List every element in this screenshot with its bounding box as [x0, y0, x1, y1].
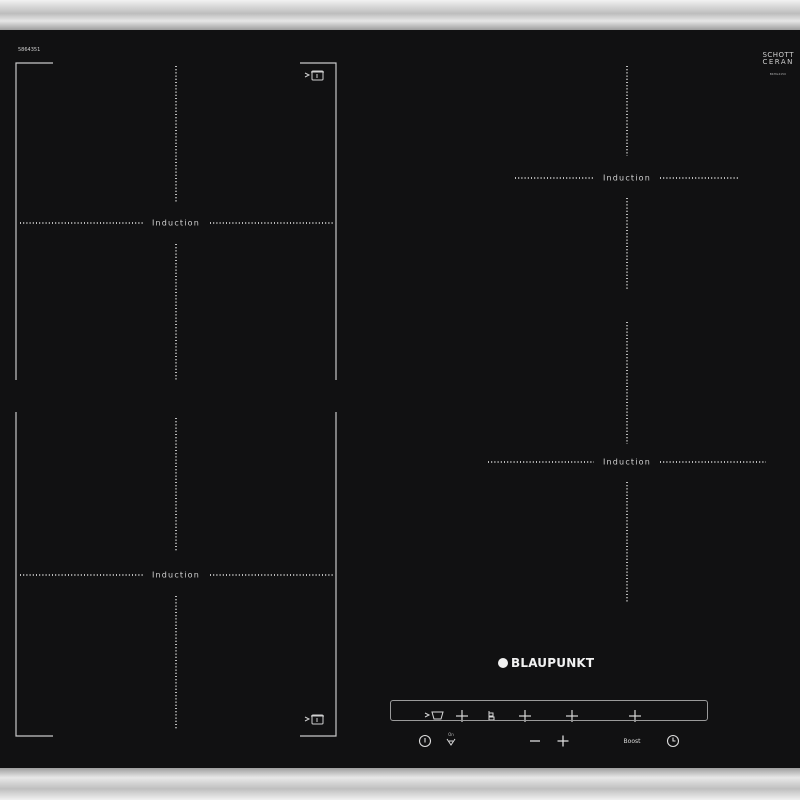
schott-ceran-logo: SCHOTT CERAN	[762, 52, 794, 66]
brand-logo: BLAUPUNKT	[498, 656, 594, 670]
stainless-frame-top	[0, 0, 800, 30]
zone-markings	[15, 62, 766, 737]
boost-button[interactable]: Boost	[620, 735, 644, 747]
schott-code: BKHG4150	[769, 72, 786, 76]
plus-button[interactable]	[556, 734, 570, 748]
schott-line2: CERAN	[762, 58, 794, 66]
flex-zone-pot-icon	[303, 712, 327, 726]
stainless-frame-bottom	[0, 768, 800, 800]
zone-label-right-bottom: Induction	[602, 457, 652, 467]
wipe-protect-button[interactable]: On	[443, 730, 459, 748]
power-icon[interactable]	[418, 734, 432, 748]
minus-button[interactable]	[528, 735, 542, 747]
glass-ceramic-surface: 5864351 SCHOTT CERAN BKHG4150 Induction …	[0, 30, 800, 768]
wipe-protect-icon	[446, 738, 456, 746]
flex-zone-bracket-left-bottom	[15, 412, 53, 737]
control-panel	[390, 700, 708, 721]
flex-zone-bracket-right-top	[300, 62, 337, 380]
brand-dot-icon	[498, 658, 508, 668]
brand-name: BLAUPUNKT	[511, 656, 595, 670]
timer-icon[interactable]	[666, 734, 680, 748]
model-number: 5864351	[18, 47, 41, 53]
zone-label-left-bottom: Induction	[151, 570, 201, 580]
zone-label-right-top: Induction	[602, 173, 652, 183]
zone-label-left-top: Induction	[151, 218, 201, 228]
flex-zone-bracket-left-top	[15, 62, 53, 380]
flex-zone-bracket-right-bottom	[300, 412, 337, 737]
flex-zone-pot-icon	[303, 68, 327, 82]
